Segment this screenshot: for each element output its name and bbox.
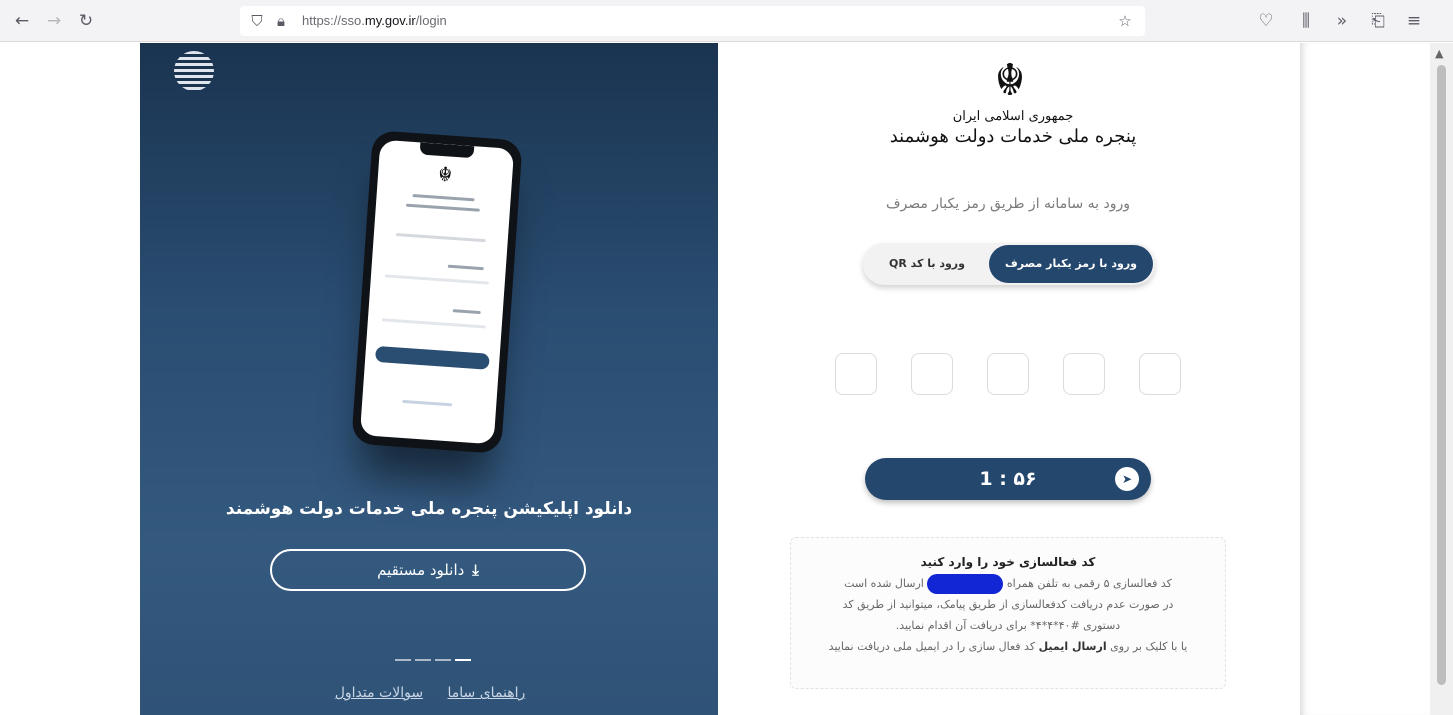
- lock-icon[interactable]: 🔒︎: [270, 9, 292, 33]
- phone-text-line: [395, 232, 486, 243]
- carousel-dot[interactable]: [435, 659, 451, 661]
- otp-digit-input[interactable]: [835, 353, 877, 395]
- login-subtitle: ورود به سامانه از طریق رمز یکبار مصرف: [885, 196, 1131, 212]
- emblem-line-2: پنجره ملی خدمات دولت هوشمند: [889, 126, 1137, 147]
- phone-input-line: [384, 274, 489, 285]
- info-line-4: یا با کلیک بر روی ارسال ایمیل کد فعال سا…: [828, 640, 1188, 653]
- countdown-timer: 1 : ۵۶: [979, 468, 1037, 490]
- tracking-shield-icon[interactable]: ⛉: [246, 9, 268, 33]
- info-line-2: در صورت عدم دریافت کدفعالسازی از طریق پی…: [842, 598, 1174, 611]
- otp-digit-input[interactable]: [987, 353, 1029, 395]
- browser-toolbar: ← → ↻ ⛉ 🔒︎ https://sso.my.gov.ir/login ☆…: [0, 0, 1453, 42]
- page-gutter-left: [0, 43, 140, 715]
- back-arrow-icon[interactable]: ←: [10, 9, 34, 33]
- masked-phone-number: [927, 574, 1004, 594]
- info-line-1: کد فعالسازی ۵ رقمی به تلفن همراه ارسال ش…: [807, 573, 1209, 594]
- app-download-title: دانلود اپلیکیشن پنجره ملی خدمات دولت هوش…: [225, 499, 633, 519]
- otp-digit-input[interactable]: [911, 353, 953, 395]
- page-gutter-right: [1300, 43, 1430, 715]
- login-method-toggle: ورود با رمز یکبار مصرف ورود با کد QR: [863, 243, 1155, 285]
- help-links: راهنمای ساما سوالات متداول: [320, 685, 540, 701]
- library-icon[interactable]: ⫼: [1294, 9, 1318, 33]
- direct-download-label: دانلود مستقیم: [377, 561, 465, 579]
- carousel-dot[interactable]: [415, 659, 431, 661]
- reload-icon[interactable]: ↻: [74, 9, 98, 33]
- url-bar[interactable]: ⛉ 🔒︎ https://sso.my.gov.ir/login ☆: [240, 6, 1145, 36]
- extensions-icon[interactable]: ⎗: [1366, 9, 1390, 33]
- phone-text-line: [447, 264, 484, 271]
- faq-link[interactable]: سوالات متداول: [335, 685, 423, 701]
- carousel-dot-active[interactable]: [455, 659, 471, 661]
- page-scrollbar[interactable]: ▲: [1430, 43, 1453, 715]
- scroll-up-icon[interactable]: ▲: [1435, 47, 1443, 60]
- info-title: کد فعالسازی خود را وارد کنید: [920, 555, 1096, 569]
- url-text[interactable]: https://sso.my.gov.ir/login: [302, 13, 447, 28]
- app-promo-panel: ☬ دانلود اپلیکیشن پنجره ملی خدمات دولت ه…: [140, 43, 718, 715]
- emblem-line-1: جمهوری اسلامی ایران: [952, 109, 1074, 124]
- phone-text-line: [402, 399, 453, 407]
- phone-screen: ☬: [359, 139, 515, 445]
- resend-code-button[interactable]: 1 : ۵۶ ➤: [865, 458, 1151, 500]
- qr-login-tab[interactable]: ورود با کد QR: [865, 245, 989, 283]
- activation-info-box: کد فعالسازی خود را وارد کنید کد فعالسازی…: [790, 537, 1226, 689]
- overflow-chevron-icon[interactable]: »: [1330, 9, 1354, 33]
- phone-text-line: [452, 309, 481, 315]
- pocket-icon[interactable]: ♡: [1254, 9, 1278, 33]
- iran-emblem-icon: ☬: [994, 55, 1026, 106]
- sama-guide-link[interactable]: راهنمای ساما: [448, 685, 526, 701]
- send-paper-plane-icon: ➤: [1115, 467, 1139, 491]
- menu-icon[interactable]: ≡: [1402, 9, 1426, 33]
- otp-digit-input[interactable]: [1139, 353, 1181, 395]
- scroll-thumb[interactable]: [1437, 65, 1446, 685]
- phone-notch: [419, 142, 475, 159]
- phone-mockup: ☬: [351, 130, 523, 454]
- carousel-dot[interactable]: [395, 659, 411, 661]
- bookmark-star-icon[interactable]: ☆: [1114, 9, 1136, 33]
- phone-text-line: [412, 194, 475, 202]
- direct-download-button[interactable]: ⤓ دانلود مستقیم: [270, 549, 586, 591]
- phone-input-line: [381, 318, 486, 329]
- page: ☬ دانلود اپلیکیشن پنجره ملی خدمات دولت ه…: [0, 43, 1453, 715]
- gov-logo-text: جمهوری اسلامی ایران پنجره ملی خدمات دولت…: [868, 109, 1158, 147]
- phone-text-line: [405, 203, 480, 212]
- info-line-3: دستوری #۴۰*۴*۴* برای دریافت آن اقدام نما…: [895, 619, 1121, 632]
- carousel-dots: [395, 659, 475, 662]
- download-icon: ⤓: [472, 561, 479, 579]
- otp-login-tab[interactable]: ورود با رمز یکبار مصرف: [989, 245, 1153, 283]
- login-panel: ☬ جمهوری اسلامی ایران پنجره ملی خدمات دو…: [718, 43, 1300, 715]
- phone-send-button: [374, 345, 490, 370]
- phone-emblem-icon: ☬: [437, 161, 454, 187]
- globe-logo-icon: [174, 51, 214, 91]
- forward-arrow-icon[interactable]: →: [42, 9, 66, 33]
- send-email-link[interactable]: ارسال ایمیل: [1039, 640, 1107, 653]
- otp-digit-input[interactable]: [1063, 353, 1105, 395]
